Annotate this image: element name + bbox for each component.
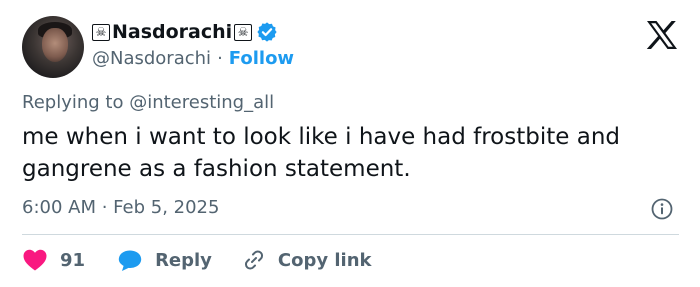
author-handle-row: @Nasdorachi · Follow [92,48,294,69]
separator-dot: · [217,48,223,69]
x-logo-icon[interactable] [646,20,678,50]
copy-link-label: Copy link [277,249,372,271]
reply-button[interactable]: Reply [117,248,212,272]
copy-link-button[interactable]: Copy link [242,248,372,272]
author-name-row[interactable]: ☠ Nasdorachi ☠ [92,20,278,44]
author-display-name[interactable]: Nasdorachi [112,21,232,43]
like-count: 91 [60,249,86,271]
reply-bubble-icon [118,250,142,271]
verified-badge-icon [257,22,277,42]
reply-label: Reply [155,249,212,271]
heart-icon [23,249,47,271]
like-button[interactable]: 91 [22,248,85,272]
tweet-timestamp[interactable]: 6:00 AM · Feb 5, 2025 [22,197,219,218]
author-handle[interactable]: @Nasdorachi [92,48,211,69]
follow-button[interactable]: Follow [229,48,294,69]
skull-and-crossbones-icon: ☠ [234,23,253,41]
replying-to-text: Replying to @interesting_all [22,92,275,113]
divider [22,234,679,235]
link-icon [244,250,263,270]
tweet-text: me when i want to look like i have had f… [22,124,620,182]
skull-and-crossbones-icon: ☠ [92,23,110,41]
avatar-face [42,28,68,62]
action-bar: 91 Reply Copy link [22,246,372,274]
info-icon[interactable] [651,198,673,220]
avatar[interactable] [22,16,84,78]
